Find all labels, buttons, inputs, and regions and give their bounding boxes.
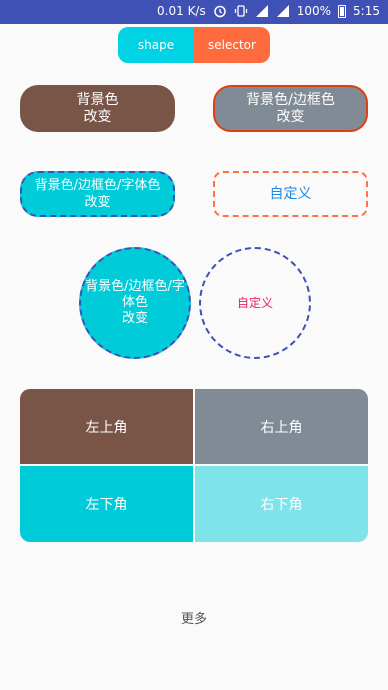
bg-change-button[interactable]: 背景色 改变 <box>20 85 175 132</box>
circle-bg-border-text-label: 背景色/边框色/字 体色 改变 <box>85 279 185 326</box>
bg-border-text-change-label: 背景色/边框色/字体色 改变 <box>34 178 161 210</box>
bg-border-change-button[interactable]: 背景色/边框色 改变 <box>213 85 368 132</box>
bg-border-text-change-button[interactable]: 背景色/边框色/字体色 改变 <box>20 171 175 217</box>
signal-icon <box>255 5 268 17</box>
clock: 5:15 <box>353 4 380 18</box>
top-left-corner-button[interactable]: 左上角 <box>20 389 193 464</box>
tab-shape[interactable]: shape <box>118 27 194 63</box>
bg-border-change-label: 背景色/边框色 改变 <box>246 91 335 125</box>
status-bar: 0.01 K/s 100% 5:15 <box>0 0 388 24</box>
corner-grid: 左上角 右上角 左下角 右下角 <box>20 389 368 542</box>
battery-icon <box>338 4 347 18</box>
battery-percent: 100% <box>296 4 332 18</box>
circle-custom-button[interactable]: 自定义 <box>199 247 311 359</box>
segmented-control: shape selector <box>118 27 270 63</box>
signal-icon-2 <box>276 5 289 17</box>
vibrate-icon <box>234 5 247 17</box>
alarm-icon <box>213 5 226 18</box>
network-speed: 0.01 K/s <box>157 4 206 18</box>
bottom-right-corner-button[interactable]: 右下角 <box>195 466 368 542</box>
tab-selector[interactable]: selector <box>194 27 270 63</box>
bg-change-label: 背景色 改变 <box>76 91 119 125</box>
top-right-corner-button[interactable]: 右上角 <box>195 389 368 464</box>
bottom-left-corner-button[interactable]: 左下角 <box>20 466 193 542</box>
circle-custom-label: 自定义 <box>236 295 273 310</box>
status-bar-right: 0.01 K/s 100% 5:15 <box>157 4 380 18</box>
custom-label: 自定义 <box>269 185 312 202</box>
circle-bg-border-text-button[interactable]: 背景色/边框色/字 体色 改变 <box>79 247 191 359</box>
custom-button[interactable]: 自定义 <box>213 171 368 217</box>
more-link[interactable]: 更多 <box>0 608 388 627</box>
